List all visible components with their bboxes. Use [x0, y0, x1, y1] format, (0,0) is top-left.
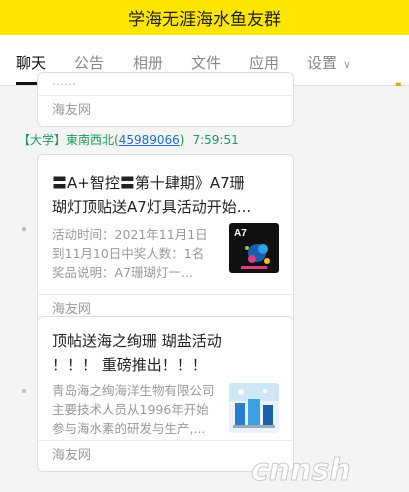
sender-qq-close-paren: ) [179, 133, 185, 147]
message-time: 7:59:51 [192, 133, 239, 147]
chevron-down-icon: ∨ [343, 58, 352, 71]
card-desc-line3: 参与海水素的研发与生产,... [52, 421, 206, 436]
tab-settings-label: 设置 [307, 54, 338, 72]
card-desc-line1: 活动时间：2021年11月1日 [52, 227, 208, 242]
watermark-text: cnnsh [251, 453, 351, 488]
card-source-label: 海友网 [52, 448, 92, 463]
card-title-line2: 瑚灯顶贴送A7灯具活动开始... [52, 198, 252, 216]
message-card-a7[interactable]: 〓A+智控〓第十肆期》A7珊 瑚灯顶贴送A7灯具活动开始... 活动时间：202… [37, 154, 294, 326]
card-thumbnail-image [229, 383, 279, 433]
card-title-line1: 〓A+智控〓第十肆期》A7珊 [52, 174, 245, 192]
tab-chat-label: 聊天 [16, 54, 47, 72]
watermark-logo: cnnsh [251, 453, 352, 489]
card-desc-line1: 青岛海之绚海洋生物有限公司 [52, 383, 215, 398]
tab-announcement-label: 公告 [74, 54, 105, 72]
card-source-label: 海友网 [52, 103, 92, 118]
sender-qq-link[interactable]: 45989066 [119, 133, 180, 147]
card-title-line1: 顶帖送海之绚珊 瑚盐活动 [52, 332, 222, 350]
card-source: 海友网 [38, 95, 293, 126]
sender-rank: 【大学】 [18, 133, 67, 147]
card-title-line2: ！！！ 重磅推出！！！ [52, 356, 207, 374]
tab-apps-label: 应用 [249, 54, 280, 72]
message-sender-line: 【大学】東南西北(45989066) 7:59:51 [18, 131, 239, 148]
chat-area[interactable]: ...... 海友网 【大学】東南西北(45989066) 7:59:51 〓A+… [0, 72, 409, 492]
message-bullet [22, 227, 26, 231]
window-title: 学海无涯海水鱼友群 [128, 10, 281, 30]
card-desc-line3: 奖品说明：A7珊瑚灯一... [52, 265, 193, 280]
window-title-bar: 学海无涯海水鱼友群 [0, 0, 409, 35]
card-desc-line2: 到11月10日中奖人数：1名 [52, 246, 205, 261]
message-bullet [22, 389, 26, 393]
message-card-salt[interactable]: 顶帖送海之绚珊 瑚盐活动 ！！！ 重磅推出！！！ 青岛海之绚海洋生物有限公司 主… [37, 316, 294, 472]
card-thumbnail-image: A7 [229, 223, 279, 273]
message-card-partial[interactable]: ...... 海友网 [37, 72, 294, 127]
thumb-label: A7 [234, 228, 247, 239]
card-source-label: 海友网 [52, 302, 92, 317]
tab-files-label: 文件 [191, 54, 222, 72]
sender-name[interactable]: 東南西北 [66, 133, 114, 147]
card-desc-line2: 主要技术人员从1996年开始 [52, 402, 209, 417]
tab-album-label: 相册 [133, 54, 164, 72]
tab-settings[interactable]: 设置 ∨ [307, 35, 351, 85]
card-partial-text: ...... [52, 73, 76, 88]
